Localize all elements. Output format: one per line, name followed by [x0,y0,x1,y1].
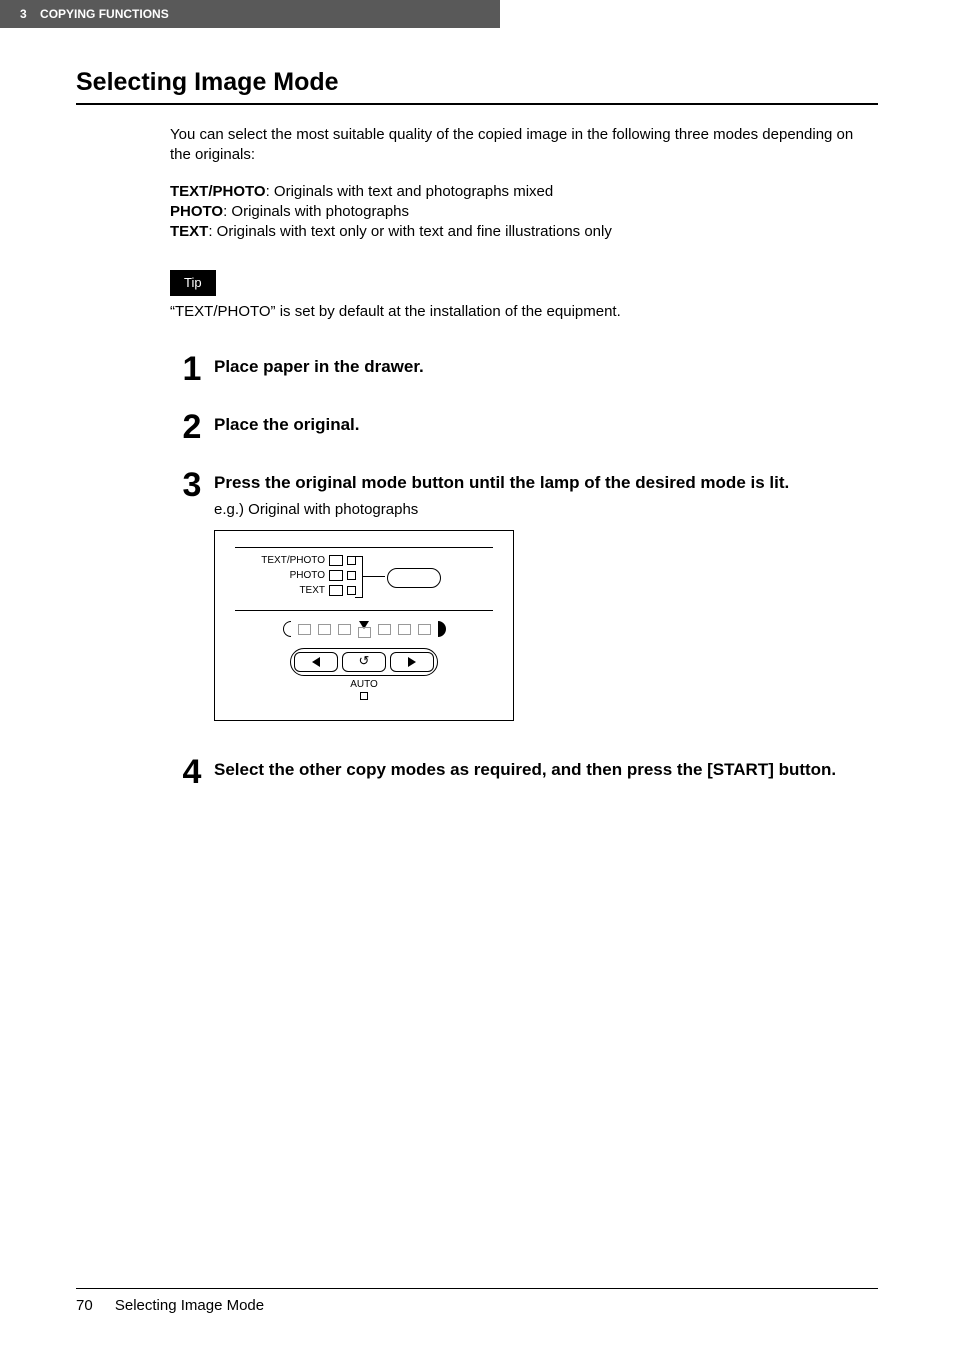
density-indicator-row [235,621,493,638]
step: 1 Place paper in the drawer. [170,352,878,386]
chapter-number: 3 [20,7,27,21]
tip-text: “TEXT/PHOTO” is set by default at the in… [170,302,878,322]
footer-title: Selecting Image Mode [115,1297,264,1314]
density-dark-icon [438,621,446,637]
step-title: Press the original mode button until the… [214,472,878,494]
panel-mode-row: TEXT/PHOTO [235,554,493,567]
mode-name: TEXT/PHOTO [170,183,266,200]
page-footer: 70 Selecting Image Mode [76,1288,878,1314]
mode-description: TEXT: Originals with text only or with t… [170,222,878,242]
panel-mode-row: TEXT [235,584,493,597]
step-subtitle: e.g.) Original with photographs [214,500,878,520]
panel-mode-label: TEXT/PHOTO [235,554,325,567]
mode-description: PHOTO: Originals with photographs [170,202,878,222]
section-title: Selecting Image Mode [76,68,878,105]
mode-select-button [387,568,441,588]
bracket-connector [355,556,363,598]
mode-name: PHOTO [170,203,223,220]
mode-desc-text: : Originals with photographs [223,203,409,220]
step-number: 4 [170,755,214,789]
reset-icon: ↺ [359,653,370,670]
mode-desc-text: : Originals with text only or with text … [208,223,612,240]
density-level [338,624,351,635]
step-title: Place the original. [214,410,878,436]
chapter-header: 3 COPYING FUNCTIONS [0,0,500,28]
density-controls-row: ↺ [235,648,493,676]
density-level [418,624,431,635]
density-level [398,624,411,635]
tip-badge: Tip [170,270,216,296]
step-title: Select the other copy modes as required,… [214,755,878,781]
density-level [358,627,371,638]
intro-paragraph: You can select the most suitable quality… [170,125,878,166]
density-darker-button [390,652,434,672]
density-level [378,624,391,635]
step: 2 Place the original. [170,410,878,444]
mode-description: TEXT/PHOTO: Originals with text and phot… [170,182,878,202]
density-level [298,624,311,635]
triangle-left-icon [312,657,320,667]
density-reset-button: ↺ [342,652,386,672]
density-lighter-button [294,652,338,672]
step: 3 Press the original mode button until t… [170,468,878,721]
panel-mode-label: TEXT [235,584,325,597]
page-number: 70 [76,1297,93,1314]
step-title: Place paper in the drawer. [214,352,878,378]
control-panel-diagram: TEXT/PHOTO PHOTO TEXT [214,530,514,721]
density-light-icon [283,621,291,637]
mode-name: TEXT [170,223,208,240]
density-button-group: ↺ [290,648,438,676]
bracket-line [363,576,385,577]
triangle-right-icon [408,657,416,667]
auto-label: AUTO [350,679,378,690]
step-number: 2 [170,410,214,444]
step-number: 3 [170,468,214,502]
mode-desc-text: : Originals with text and photographs mi… [266,183,554,200]
photo-icon [329,570,343,581]
density-level [318,624,331,635]
auto-indicator-lamp [360,692,368,700]
text-icon [329,585,343,596]
step: 4 Select the other copy modes as require… [170,755,878,789]
step-number: 1 [170,352,214,386]
text-photo-icon [329,555,343,566]
panel-mode-label: PHOTO [235,569,325,582]
chapter-title: COPYING FUNCTIONS [40,7,169,21]
